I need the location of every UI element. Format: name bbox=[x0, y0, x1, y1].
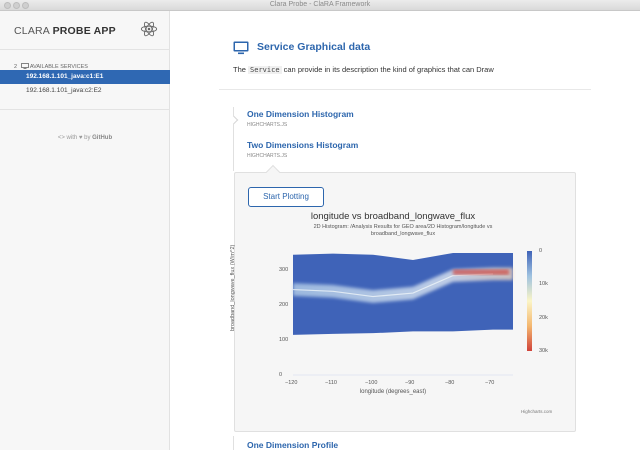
app-title: CLARA PROBE APP bbox=[14, 25, 116, 37]
main-content: Service Graphical data The Service can p… bbox=[171, 11, 640, 450]
page-title: Service Graphical data bbox=[257, 41, 371, 53]
x-tick-label: −70 bbox=[485, 380, 495, 386]
credit-by: by bbox=[84, 135, 91, 141]
service-item-c2[interactable]: 192.168.1.101_java:c2:E2 bbox=[0, 84, 170, 98]
y-tick-label: 300 bbox=[279, 267, 289, 274]
colorbar-tick-label: 20k bbox=[539, 314, 548, 321]
x-tick-label: −80 bbox=[445, 380, 455, 386]
x-axis-title: longitude (degrees_east) bbox=[359, 389, 427, 395]
sidebar-divider bbox=[0, 109, 170, 110]
made-with-credit[interactable]: <> with ♥ by GitHub bbox=[0, 135, 170, 141]
window-title: Clara Probe - ClaRA Framework bbox=[269, 1, 371, 8]
timeline-line bbox=[233, 137, 234, 171]
y-tick-label: 200 bbox=[279, 302, 289, 309]
sidebar: CLARA PROBE APP 2 AVAILABLE SERVICES 192… bbox=[0, 11, 170, 450]
density-hotspot bbox=[453, 269, 509, 275]
desc-code: Service bbox=[248, 66, 282, 74]
x-tick-label: −120 bbox=[285, 380, 298, 386]
code-icon: <> bbox=[57, 135, 65, 141]
app-title-bold: PROBE APP bbox=[52, 25, 116, 37]
item-one-dim-profile[interactable]: One Dimension Profile bbox=[247, 440, 338, 450]
atom-logo-icon bbox=[140, 21, 158, 37]
title-bar: Clara Probe - ClaRA Framework bbox=[0, 0, 640, 11]
plot-area[interactable] bbox=[243, 211, 563, 401]
colorbar bbox=[527, 251, 532, 351]
highcharts-credit[interactable]: Highcharts.com bbox=[521, 409, 552, 414]
heart-icon: ♥ bbox=[78, 135, 83, 141]
colorbar-tick-label: 10k bbox=[539, 281, 548, 288]
sidebar-divider bbox=[0, 49, 170, 50]
desc-pre: The bbox=[233, 65, 246, 74]
start-plotting-button[interactable]: Start Plotting bbox=[248, 187, 324, 207]
x-tick-label: −100 bbox=[365, 380, 378, 386]
desc-post: can provide in its description the kind … bbox=[283, 65, 494, 74]
chevron-right-icon bbox=[229, 115, 239, 125]
item-two-dim-histogram-lib: HIGHCHARTS.JS bbox=[247, 153, 288, 159]
item-one-dim-histogram[interactable]: One Dimension Histogram bbox=[247, 109, 354, 119]
page-description: The Service can provide in its descripti… bbox=[233, 65, 494, 74]
monitor-icon bbox=[233, 41, 249, 55]
y-axis-title: broadband_longwave_flux (W/m^2) bbox=[230, 244, 236, 331]
histogram-chart: longitude vs broadband_longwave_flux 2D … bbox=[230, 211, 563, 421]
colorbar-tick-label: 30k bbox=[539, 347, 548, 354]
x-tick-label: −90 bbox=[405, 380, 415, 386]
credit-with: with bbox=[66, 135, 78, 141]
y-tick-label: 0 bbox=[279, 372, 283, 378]
monitor-icon bbox=[20, 63, 29, 69]
app-title-light: CLARA bbox=[14, 25, 50, 37]
available-services-header: 2 AVAILABLE SERVICES bbox=[14, 63, 88, 70]
app-window: Clara Probe - ClaRA Framework CLARA PROB… bbox=[0, 0, 640, 450]
service-item-c1[interactable]: 192.168.1.101_java:c1:E1 bbox=[0, 70, 170, 84]
x-tick-label: −110 bbox=[325, 380, 337, 386]
item-one-dim-histogram-lib: HIGHCHARTS.JS bbox=[247, 122, 288, 128]
item-two-dim-histogram[interactable]: Two Dimensions Histogram bbox=[247, 140, 358, 150]
colorbar-tick-label: 0 bbox=[539, 248, 543, 254]
timeline-line bbox=[233, 436, 234, 450]
y-tick-label: 100 bbox=[279, 337, 289, 344]
section-divider bbox=[219, 89, 591, 90]
github-link[interactable]: GitHub bbox=[92, 135, 112, 141]
